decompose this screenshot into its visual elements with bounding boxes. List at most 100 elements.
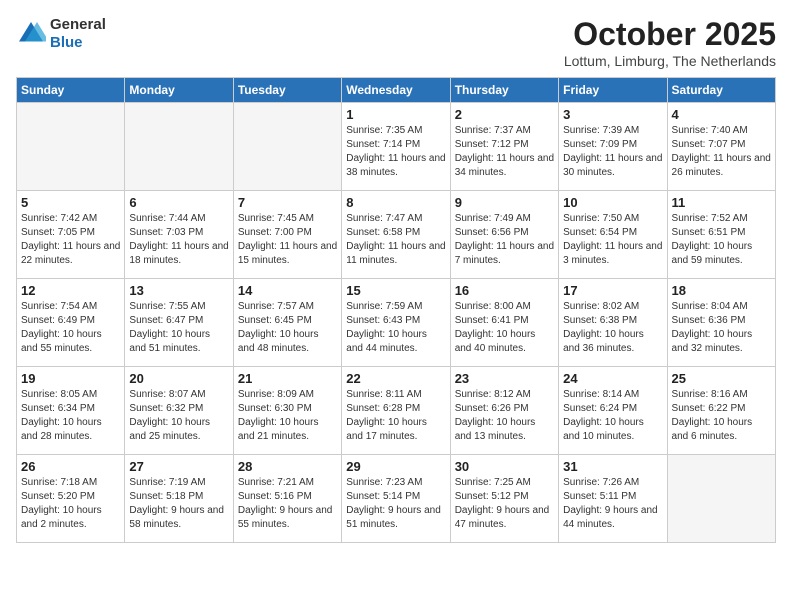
day-cell-10: 10 Sunrise: 7:50 AM Sunset: 6:54 PM Dayli… — [559, 191, 667, 279]
day-info: Sunrise: 8:11 AM Sunset: 6:28 PM Dayligh… — [346, 388, 445, 444]
day-number: 30 — [455, 459, 554, 474]
day-number: 1 — [346, 107, 445, 122]
day-info: Sunrise: 7:19 AM Sunset: 5:18 PM Dayligh… — [129, 476, 228, 532]
day-cell-4: 4 Sunrise: 7:40 AM Sunset: 7:07 PM Daylig… — [667, 103, 775, 191]
day-cell-25: 25 Sunrise: 8:16 AM Sunset: 6:22 PM Dayli… — [667, 367, 775, 455]
day-number: 2 — [455, 107, 554, 122]
day-cell-22: 22 Sunrise: 8:11 AM Sunset: 6:28 PM Dayli… — [342, 367, 450, 455]
logo-text: General Blue — [50, 16, 106, 52]
day-number: 16 — [455, 283, 554, 298]
page-header: General Blue October 2025 Lottum, Limbur… — [16, 16, 776, 69]
title-block: October 2025 Lottum, Limburg, The Nether… — [564, 16, 776, 69]
day-info: Sunrise: 7:26 AM Sunset: 5:11 PM Dayligh… — [563, 476, 662, 532]
day-cell-19: 19 Sunrise: 8:05 AM Sunset: 6:34 PM Dayli… — [17, 367, 125, 455]
day-info: Sunrise: 7:52 AM Sunset: 6:51 PM Dayligh… — [672, 212, 771, 268]
header-friday: Friday — [559, 78, 667, 103]
day-cell-23: 23 Sunrise: 8:12 AM Sunset: 6:26 PM Dayli… — [450, 367, 558, 455]
day-cell-28: 28 Sunrise: 7:21 AM Sunset: 5:16 PM Dayli… — [233, 455, 341, 543]
day-info: Sunrise: 7:37 AM Sunset: 7:12 PM Dayligh… — [455, 124, 554, 180]
day-cell-13: 13Sunrise: 7:55 AM Sunset: 6:47 PM Dayli… — [125, 279, 233, 367]
day-cell-5: 5 Sunrise: 7:42 AM Sunset: 7:05 PM Daylig… — [17, 191, 125, 279]
day-info: Sunrise: 7:35 AM Sunset: 7:14 PM Dayligh… — [346, 124, 445, 180]
day-info: Sunrise: 7:39 AM Sunset: 7:09 PM Dayligh… — [563, 124, 662, 180]
empty-cell — [125, 103, 233, 191]
day-info: Sunrise: 7:45 AM Sunset: 7:00 PM Dayligh… — [238, 212, 337, 268]
day-cell-12: 12Sunrise: 7:54 AM Sunset: 6:49 PM Dayli… — [17, 279, 125, 367]
header-thursday: Thursday — [450, 78, 558, 103]
day-number: 9 — [455, 195, 554, 210]
day-number: 29 — [346, 459, 445, 474]
day-number: 24 — [563, 371, 662, 386]
day-info: Sunrise: 8:07 AM Sunset: 6:32 PM Dayligh… — [129, 388, 228, 444]
day-number: 14 — [238, 283, 337, 298]
day-cell-11: 11 Sunrise: 7:52 AM Sunset: 6:51 PM Dayli… — [667, 191, 775, 279]
day-info: Sunrise: 8:12 AM Sunset: 6:26 PM Dayligh… — [455, 388, 554, 444]
day-number: 18 — [672, 283, 771, 298]
week-row-4: 19 Sunrise: 8:05 AM Sunset: 6:34 PM Dayli… — [17, 367, 776, 455]
day-number: 11 — [672, 195, 771, 210]
day-cell-21: 21Sunrise: 8:09 AM Sunset: 6:30 PM Dayli… — [233, 367, 341, 455]
calendar-header-row: SundayMondayTuesdayWednesdayThursdayFrid… — [17, 78, 776, 103]
month-title: October 2025 — [564, 16, 776, 53]
day-cell-8: 8Sunrise: 7:47 AM Sunset: 6:58 PM Daylig… — [342, 191, 450, 279]
day-info: Sunrise: 7:23 AM Sunset: 5:14 PM Dayligh… — [346, 476, 445, 532]
day-info: Sunrise: 8:16 AM Sunset: 6:22 PM Dayligh… — [672, 388, 771, 444]
day-number: 7 — [238, 195, 337, 210]
day-number: 10 — [563, 195, 662, 210]
day-info: Sunrise: 8:02 AM Sunset: 6:38 PM Dayligh… — [563, 300, 662, 356]
week-row-2: 5 Sunrise: 7:42 AM Sunset: 7:05 PM Daylig… — [17, 191, 776, 279]
day-info: Sunrise: 7:21 AM Sunset: 5:16 PM Dayligh… — [238, 476, 337, 532]
day-cell-2: 2 Sunrise: 7:37 AM Sunset: 7:12 PM Daylig… — [450, 103, 558, 191]
day-number: 20 — [129, 371, 228, 386]
header-tuesday: Tuesday — [233, 78, 341, 103]
day-cell-14: 14 Sunrise: 7:57 AM Sunset: 6:45 PM Dayli… — [233, 279, 341, 367]
day-cell-17: 17 Sunrise: 8:02 AM Sunset: 6:38 PM Dayli… — [559, 279, 667, 367]
day-cell-9: 9Sunrise: 7:49 AM Sunset: 6:56 PM Daylig… — [450, 191, 558, 279]
day-number: 22 — [346, 371, 445, 386]
day-cell-1: 1 Sunrise: 7:35 AM Sunset: 7:14 PM Daylig… — [342, 103, 450, 191]
day-cell-24: 24Sunrise: 8:14 AM Sunset: 6:24 PM Dayli… — [559, 367, 667, 455]
day-info: Sunrise: 7:55 AM Sunset: 6:47 PM Dayligh… — [129, 300, 228, 356]
day-cell-7: 7 Sunrise: 7:45 AM Sunset: 7:00 PM Daylig… — [233, 191, 341, 279]
day-info: Sunrise: 8:00 AM Sunset: 6:41 PM Dayligh… — [455, 300, 554, 356]
day-info: Sunrise: 7:59 AM Sunset: 6:43 PM Dayligh… — [346, 300, 445, 356]
week-row-5: 26Sunrise: 7:18 AM Sunset: 5:20 PM Dayli… — [17, 455, 776, 543]
header-saturday: Saturday — [667, 78, 775, 103]
day-info: Sunrise: 8:04 AM Sunset: 6:36 PM Dayligh… — [672, 300, 771, 356]
day-info: Sunrise: 7:47 AM Sunset: 6:58 PM Dayligh… — [346, 212, 445, 268]
week-row-1: 1 Sunrise: 7:35 AM Sunset: 7:14 PM Daylig… — [17, 103, 776, 191]
day-number: 3 — [563, 107, 662, 122]
day-cell-27: 27Sunrise: 7:19 AM Sunset: 5:18 PM Dayli… — [125, 455, 233, 543]
day-number: 26 — [21, 459, 120, 474]
day-number: 12 — [21, 283, 120, 298]
location-text: Lottum, Limburg, The Netherlands — [564, 53, 776, 69]
day-cell-31: 31Sunrise: 7:26 AM Sunset: 5:11 PM Dayli… — [559, 455, 667, 543]
day-number: 6 — [129, 195, 228, 210]
day-number: 17 — [563, 283, 662, 298]
day-info: Sunrise: 7:42 AM Sunset: 7:05 PM Dayligh… — [21, 212, 120, 268]
day-cell-3: 3 Sunrise: 7:39 AM Sunset: 7:09 PM Daylig… — [559, 103, 667, 191]
logo: General Blue — [16, 16, 106, 52]
day-number: 5 — [21, 195, 120, 210]
day-info: Sunrise: 7:50 AM Sunset: 6:54 PM Dayligh… — [563, 212, 662, 268]
day-cell-15: 15Sunrise: 7:59 AM Sunset: 6:43 PM Dayli… — [342, 279, 450, 367]
logo-icon — [16, 19, 46, 49]
day-info: Sunrise: 7:40 AM Sunset: 7:07 PM Dayligh… — [672, 124, 771, 180]
day-info: Sunrise: 7:57 AM Sunset: 6:45 PM Dayligh… — [238, 300, 337, 356]
day-number: 19 — [21, 371, 120, 386]
day-cell-30: 30Sunrise: 7:25 AM Sunset: 5:12 PM Dayli… — [450, 455, 558, 543]
logo-blue-text: Blue — [50, 34, 106, 52]
day-cell-29: 29 Sunrise: 7:23 AM Sunset: 5:14 PM Dayli… — [342, 455, 450, 543]
day-number: 25 — [672, 371, 771, 386]
day-cell-6: 6 Sunrise: 7:44 AM Sunset: 7:03 PM Daylig… — [125, 191, 233, 279]
header-wednesday: Wednesday — [342, 78, 450, 103]
empty-cell — [17, 103, 125, 191]
day-number: 4 — [672, 107, 771, 122]
day-number: 23 — [455, 371, 554, 386]
day-info: Sunrise: 7:44 AM Sunset: 7:03 PM Dayligh… — [129, 212, 228, 268]
header-monday: Monday — [125, 78, 233, 103]
day-info: Sunrise: 8:05 AM Sunset: 6:34 PM Dayligh… — [21, 388, 120, 444]
logo-general-text: General — [50, 16, 106, 34]
day-number: 28 — [238, 459, 337, 474]
day-info: Sunrise: 8:09 AM Sunset: 6:30 PM Dayligh… — [238, 388, 337, 444]
